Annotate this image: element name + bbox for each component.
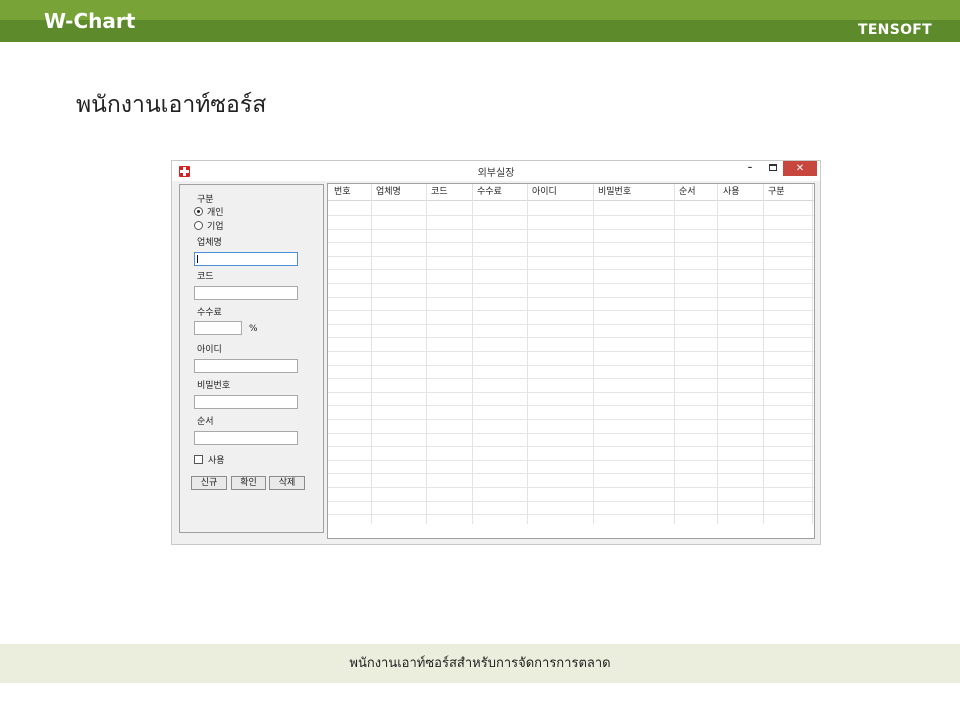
grid-row-line [328, 378, 814, 379]
column-header-password[interactable]: 비밀번호 [598, 187, 631, 198]
grid-row-line [328, 460, 814, 461]
radio-company[interactable]: 기업 [194, 221, 224, 233]
grid-row-line [328, 433, 814, 434]
grid-row-line [328, 351, 814, 352]
confirm-button[interactable]: 확인 [231, 476, 266, 490]
slide: W-Chart TENSOFT พนักงานเอาท์ซอร์ส 외부실장 –… [0, 0, 960, 720]
column-header-id[interactable]: 아이디 [532, 187, 557, 198]
header-band-bottom [0, 20, 960, 42]
company-name-label: 업체명 [197, 238, 222, 248]
radio-selected-icon [194, 207, 203, 216]
column-header-company[interactable]: 업체명 [376, 187, 401, 198]
maximize-button[interactable] [765, 161, 781, 176]
type-label: 구분 [197, 195, 214, 205]
id-input[interactable] [194, 359, 298, 373]
window-title: 외부실장 [477, 168, 515, 179]
checkbox-icon [194, 455, 203, 464]
data-grid[interactable]: 번호 업체명 코드 수수료 아이디 비밀번호 순서 사용 구분 [327, 183, 815, 539]
grid-row-line [328, 283, 814, 284]
fee-unit: % [249, 324, 258, 334]
text-caret [197, 255, 198, 263]
new-button[interactable]: 신규 [191, 476, 227, 490]
grid-row-line [328, 229, 814, 230]
grid-row-line [328, 310, 814, 311]
grid-row-line [328, 269, 814, 270]
radio-individual-label: 개인 [207, 208, 224, 218]
column-header-code[interactable]: 코드 [431, 187, 448, 198]
use-checkbox[interactable]: 사용 [194, 455, 225, 467]
password-input[interactable] [194, 395, 298, 409]
brand-title: W-Chart [44, 9, 136, 33]
password-label: 비밀번호 [197, 381, 231, 391]
app-window: 외부실장 – ✕ 구분 개인 기업 업체명 코드 수수료 % 아이디 비밀번호 … [171, 160, 821, 545]
code-label: 코드 [197, 272, 214, 282]
form-panel: 구분 개인 기업 업체명 코드 수수료 % 아이디 비밀번호 순서 사용 신규 … [179, 184, 324, 533]
column-header-use[interactable]: 사용 [723, 187, 740, 198]
grid-row-line [328, 324, 814, 325]
fee-label: 수수료 [197, 308, 222, 318]
grid-row-line [328, 392, 814, 393]
header-band-top [0, 0, 960, 20]
grid-row-line [328, 405, 814, 406]
column-header-fee[interactable]: 수수료 [477, 187, 502, 198]
company-name-input[interactable] [194, 252, 298, 266]
column-header-type[interactable]: 구분 [768, 187, 785, 198]
grid-row-line [328, 419, 814, 420]
grid-row-line [328, 215, 814, 216]
company-name: TENSOFT [857, 22, 932, 38]
grid-row-line [328, 446, 814, 447]
page-heading: พนักงานเอาท์ซอร์ส [76, 92, 267, 118]
delete-button[interactable]: 삭제 [269, 476, 305, 490]
use-label: 사용 [208, 456, 225, 466]
grid-row-line [328, 297, 814, 298]
radio-company-label: 기업 [207, 222, 224, 232]
grid-header: 번호 업체명 코드 수수료 아이디 비밀번호 순서 사용 구분 [328, 184, 814, 201]
code-input[interactable] [194, 286, 298, 300]
grid-row-line [328, 242, 814, 243]
grid-row-line [328, 337, 814, 338]
radio-unselected-icon [194, 221, 203, 230]
window-titlebar: 외부실장 – ✕ [172, 161, 820, 181]
fee-input[interactable] [194, 321, 242, 335]
id-label: 아이디 [197, 345, 222, 355]
radio-individual[interactable]: 개인 [194, 207, 224, 219]
grid-row-line [328, 256, 814, 257]
grid-row-line [328, 487, 814, 488]
minimize-button[interactable]: – [742, 161, 758, 176]
grid-row-line [328, 473, 814, 474]
order-input[interactable] [194, 431, 298, 445]
column-header-number[interactable]: 번호 [334, 187, 351, 198]
grid-row-line [328, 501, 814, 502]
grid-row-line [328, 514, 814, 515]
maximize-icon [769, 164, 777, 171]
column-header-order[interactable]: 순서 [679, 187, 696, 198]
grid-row-line [328, 365, 814, 366]
order-label: 순서 [197, 417, 214, 427]
close-button[interactable]: ✕ [783, 161, 817, 176]
footer-text: พนักงานเอาท์ซอร์สสำหรับการจัดการการตลาด [349, 656, 611, 671]
